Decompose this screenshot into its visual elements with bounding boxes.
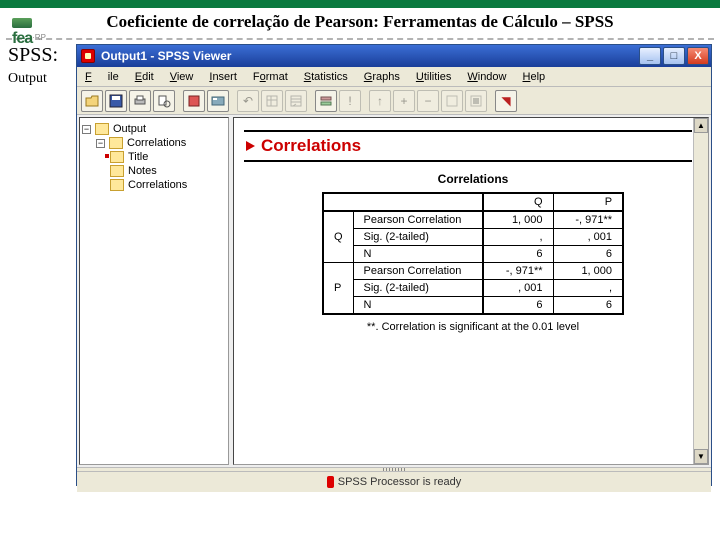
status-bar: SPSS Processor is ready <box>77 472 711 492</box>
menu-insert[interactable]: Insert <box>201 71 245 83</box>
menubar[interactable]: File Edit View Insert Format Statistics … <box>77 67 711 87</box>
stat-pearson-2: Pearson Correlation <box>353 263 483 280</box>
menu-window[interactable]: Window <box>459 71 514 83</box>
row-var-p: P <box>323 263 353 315</box>
toolbar: ↶ ! ↑ + − ◥ <box>77 87 711 115</box>
variables-icon[interactable] <box>315 90 337 112</box>
menu-file[interactable]: File <box>77 71 127 83</box>
stat-sig: Sig. (2-tailed) <box>353 229 483 246</box>
pin-icon <box>327 476 334 488</box>
arrow-right-icon <box>246 141 255 151</box>
output-pane[interactable]: Correlations Correlations Q P Q Pearson … <box>233 117 709 465</box>
viewer-body: −Output −Correlations Title Notes Correl… <box>77 115 711 467</box>
label-output: Output <box>8 71 76 87</box>
tree-node-output[interactable]: −Output <box>82 122 226 136</box>
grip-icon <box>383 468 405 471</box>
maximize-button[interactable]: □ <box>663 47 685 65</box>
stat-n-2: N <box>353 297 483 315</box>
val-q-p-n: 6 <box>553 246 623 263</box>
insert-heading-icon[interactable]: ◥ <box>495 90 517 112</box>
outline-tree[interactable]: −Output −Correlations Title Notes Correl… <box>79 117 229 465</box>
divider <box>6 38 714 40</box>
minus-icon[interactable]: − <box>417 90 439 112</box>
val-p-p-n: 6 <box>553 297 623 315</box>
spss-viewer-window: Output1 - SPSS Viewer _ □ X File Edit Vi… <box>76 44 712 486</box>
undo-icon[interactable]: ↶ <box>237 90 259 112</box>
table-footnote: **. Correlation is significant at the 0.… <box>244 321 702 333</box>
menu-statistics[interactable]: Statistics <box>296 71 356 83</box>
open-icon[interactable] <box>81 90 103 112</box>
status-text: SPSS Processor is ready <box>338 476 462 488</box>
tree-node-correlations[interactable]: −Correlations <box>82 136 226 150</box>
menu-graphs[interactable]: Graphs <box>356 71 408 83</box>
designate-icon[interactable] <box>441 90 463 112</box>
dialog-recall-icon[interactable] <box>207 90 229 112</box>
menu-format[interactable]: Format <box>245 71 296 83</box>
val-q-q-n: 6 <box>483 246 553 263</box>
correlations-table[interactable]: Q P Q Pearson Correlation 1, 000 -, 971*… <box>322 192 624 315</box>
app-icon <box>81 49 95 63</box>
val-p-q-pearson: -, 971** <box>483 263 553 280</box>
stat-pearson: Pearson Correlation <box>353 211 483 229</box>
val-p-p-sig: , <box>553 280 623 297</box>
val-q-q-sig: , <box>483 229 553 246</box>
export-icon[interactable] <box>183 90 205 112</box>
print-preview-icon[interactable] <box>153 90 175 112</box>
menu-utilities[interactable]: Utilities <box>408 71 459 83</box>
vertical-scrollbar[interactable]: ▲ ▼ <box>693 118 708 464</box>
val-p-q-n: 6 <box>483 297 553 315</box>
plus-icon[interactable]: + <box>393 90 415 112</box>
val-p-p-pearson: 1, 000 <box>553 263 623 280</box>
goto-case-icon[interactable] <box>285 90 307 112</box>
scroll-up-icon[interactable]: ▲ <box>694 118 708 133</box>
select-last-icon[interactable]: ↑ <box>369 90 391 112</box>
tree-node-correlations-table[interactable]: Correlations <box>82 178 226 192</box>
window-title: Output1 - SPSS Viewer <box>101 49 231 63</box>
row-var-q: Q <box>323 211 353 263</box>
info-icon[interactable]: ! <box>339 90 361 112</box>
slide-accent-bar <box>0 0 720 8</box>
save-icon[interactable] <box>105 90 127 112</box>
print-icon[interactable] <box>129 90 151 112</box>
tree-node-notes[interactable]: Notes <box>82 164 226 178</box>
val-p-q-sig: , 001 <box>483 280 553 297</box>
menu-edit[interactable]: Edit <box>127 71 162 83</box>
scroll-down-icon[interactable]: ▼ <box>694 449 708 464</box>
col-p: P <box>553 193 623 211</box>
close-button[interactable]: X <box>687 47 709 65</box>
show-icon[interactable] <box>465 90 487 112</box>
val-q-p-sig: , 001 <box>553 229 623 246</box>
output-heading[interactable]: Correlations <box>244 130 692 162</box>
menu-help[interactable]: Help <box>515 71 554 83</box>
minimize-button[interactable]: _ <box>639 47 661 65</box>
window-titlebar[interactable]: Output1 - SPSS Viewer _ □ X <box>77 45 711 67</box>
menu-view[interactable]: View <box>162 71 202 83</box>
val-q-p-pearson: -, 971** <box>553 211 623 229</box>
goto-data-icon[interactable] <box>261 90 283 112</box>
table-title: Correlations <box>244 172 702 186</box>
stat-sig-2: Sig. (2-tailed) <box>353 280 483 297</box>
logo-fea-rp: fea·RP <box>12 18 82 56</box>
val-q-q-pearson: 1, 000 <box>483 211 553 229</box>
tree-node-title[interactable]: Title <box>82 150 226 164</box>
slide-title: Coeficiente de correlação de Pearson: Fe… <box>0 8 720 38</box>
col-q: Q <box>483 193 553 211</box>
stat-n: N <box>353 246 483 263</box>
